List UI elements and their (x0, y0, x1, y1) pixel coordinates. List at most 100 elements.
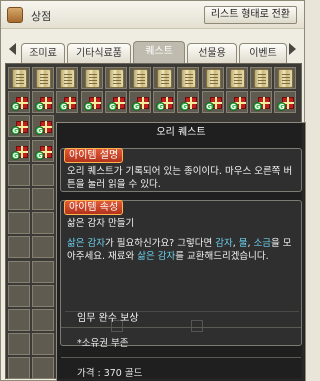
quest-scroll-icon (84, 69, 100, 88)
tooltip-item-name: 오리 퀘스트 (156, 127, 206, 138)
item-slot[interactable] (8, 236, 30, 259)
item-slot[interactable] (32, 67, 55, 89)
shop-bag-icon (7, 7, 23, 23)
item-slot[interactable] (8, 212, 30, 235)
attribute-slot (191, 320, 203, 332)
item-slot[interactable] (32, 309, 55, 331)
quest-gift-icon: G (59, 94, 77, 112)
tab-event[interactable]: 이벤트 (239, 43, 287, 63)
item-slot[interactable] (32, 357, 55, 380)
item-slot[interactable] (32, 188, 55, 210)
quest-gift-icon: G (35, 94, 53, 112)
tab-quest[interactable]: 퀘스트 (133, 41, 185, 63)
quest-scroll-icon (229, 69, 245, 88)
quest-gift-icon: G (35, 118, 53, 136)
attributes-title-line: 삶은 감자 만들기 (67, 218, 135, 229)
item-slot[interactable] (8, 67, 30, 89)
item-slot[interactable]: G (274, 91, 297, 114)
item-slot[interactable] (8, 284, 30, 307)
g-badge-icon: G (277, 102, 287, 112)
ownership-note: *소유권 부존 (77, 338, 129, 349)
highlight-salt: 소금 (253, 238, 272, 249)
item-slot[interactable] (8, 357, 30, 380)
item-slot[interactable] (8, 309, 30, 331)
category-tabs: 조미료 기타식료품 퀘스트 선물용 이벤트 (1, 35, 304, 63)
attributes-section: 아이템 속성 삶은 감자 만들기 삶은 감자가 필요하신가요? 그렇다면 감자,… (60, 200, 302, 346)
tab-other-food[interactable]: 기타식료품 (67, 43, 131, 63)
item-slot[interactable] (80, 67, 103, 89)
title-bar[interactable]: 상점 리스트 형태로 전환 (1, 1, 304, 29)
item-slot[interactable] (250, 67, 272, 89)
item-slot[interactable] (8, 260, 30, 283)
g-badge-icon: G (156, 102, 166, 112)
quest-scroll-icon (205, 69, 221, 88)
quest-gift-icon: G (11, 94, 28, 112)
quest-gift-icon: G (156, 94, 174, 112)
item-slot[interactable]: G (32, 139, 55, 162)
item-slot[interactable] (225, 67, 248, 89)
g-badge-icon: G (83, 102, 93, 112)
quest-gift-icon: G (83, 94, 101, 112)
tab-scroll-left-icon[interactable] (6, 40, 20, 58)
reward-label: 임무 완수 보상 (77, 313, 139, 324)
item-slot[interactable] (129, 67, 151, 89)
item-slot[interactable]: G (8, 139, 30, 162)
item-slot[interactable] (32, 260, 55, 283)
quest-scroll-icon (36, 69, 52, 88)
quest-gift-icon: G (277, 94, 295, 112)
item-slot[interactable]: G (56, 91, 79, 114)
quest-gift-icon: G (11, 118, 28, 136)
item-slot[interactable] (177, 67, 200, 89)
list-view-toggle-button[interactable]: 리스트 형태로 전환 (203, 6, 297, 24)
item-slot[interactable]: G (201, 91, 224, 114)
quest-scroll-icon (12, 69, 27, 88)
item-slot[interactable] (153, 67, 176, 89)
quest-scroll-icon (278, 69, 294, 88)
quest-gift-icon: G (228, 94, 246, 112)
tab-seasoning[interactable]: 조미료 (21, 43, 65, 63)
item-slot[interactable]: G (80, 91, 103, 114)
item-slot[interactable] (8, 333, 30, 356)
item-slot[interactable] (32, 163, 55, 186)
g-badge-icon: G (204, 102, 214, 112)
item-slot[interactable] (201, 67, 224, 89)
divider (61, 327, 301, 328)
highlight-potato: 감자 (215, 238, 233, 249)
item-slot[interactable]: G (32, 115, 55, 138)
item-slot[interactable]: G (250, 91, 272, 114)
item-slot[interactable]: G (177, 91, 200, 114)
item-tooltip: 오리 퀘스트 아이템 설명 오리 퀘스트가 기록되어 있는 종이이다. 마우스 … (56, 122, 306, 381)
item-slot[interactable]: G (8, 115, 30, 138)
quest-scroll-icon (181, 69, 197, 88)
g-badge-icon: G (35, 150, 45, 160)
item-slot[interactable] (32, 212, 55, 235)
tab-scroll-right-icon[interactable] (285, 40, 299, 58)
item-slot[interactable] (32, 236, 55, 259)
divider (61, 357, 301, 358)
attributes-text: 삶은 감자 만들기 삶은 감자가 필요하신가요? 그렇다면 감자, 물, 소금을… (67, 217, 297, 263)
item-slot[interactable]: G (129, 91, 151, 114)
g-badge-icon: G (253, 102, 262, 112)
item-slot[interactable] (104, 67, 127, 89)
tab-gift[interactable]: 선물용 (187, 43, 237, 63)
quest-gift-icon: G (253, 94, 270, 112)
highlight-water: 물 (238, 238, 248, 249)
item-slot[interactable]: G (32, 91, 55, 114)
quest-gift-icon: G (180, 94, 198, 112)
quest-scroll-icon (60, 69, 76, 88)
item-slot[interactable]: G (8, 91, 30, 114)
description-header: 아이템 설명 (64, 148, 124, 163)
item-slot[interactable] (32, 333, 55, 356)
item-slot[interactable]: G (153, 91, 176, 114)
item-slot[interactable] (56, 67, 79, 89)
g-badge-icon: G (228, 102, 238, 112)
g-badge-icon: G (35, 102, 45, 112)
item-slot[interactable] (8, 188, 30, 210)
item-slot[interactable] (8, 163, 30, 186)
item-slot[interactable] (274, 67, 297, 89)
item-slot[interactable]: G (104, 91, 127, 114)
quest-gift-icon: G (35, 143, 53, 160)
item-slot[interactable] (32, 284, 55, 307)
item-slot[interactable]: G (225, 91, 248, 114)
quest-gift-icon: G (11, 143, 28, 160)
